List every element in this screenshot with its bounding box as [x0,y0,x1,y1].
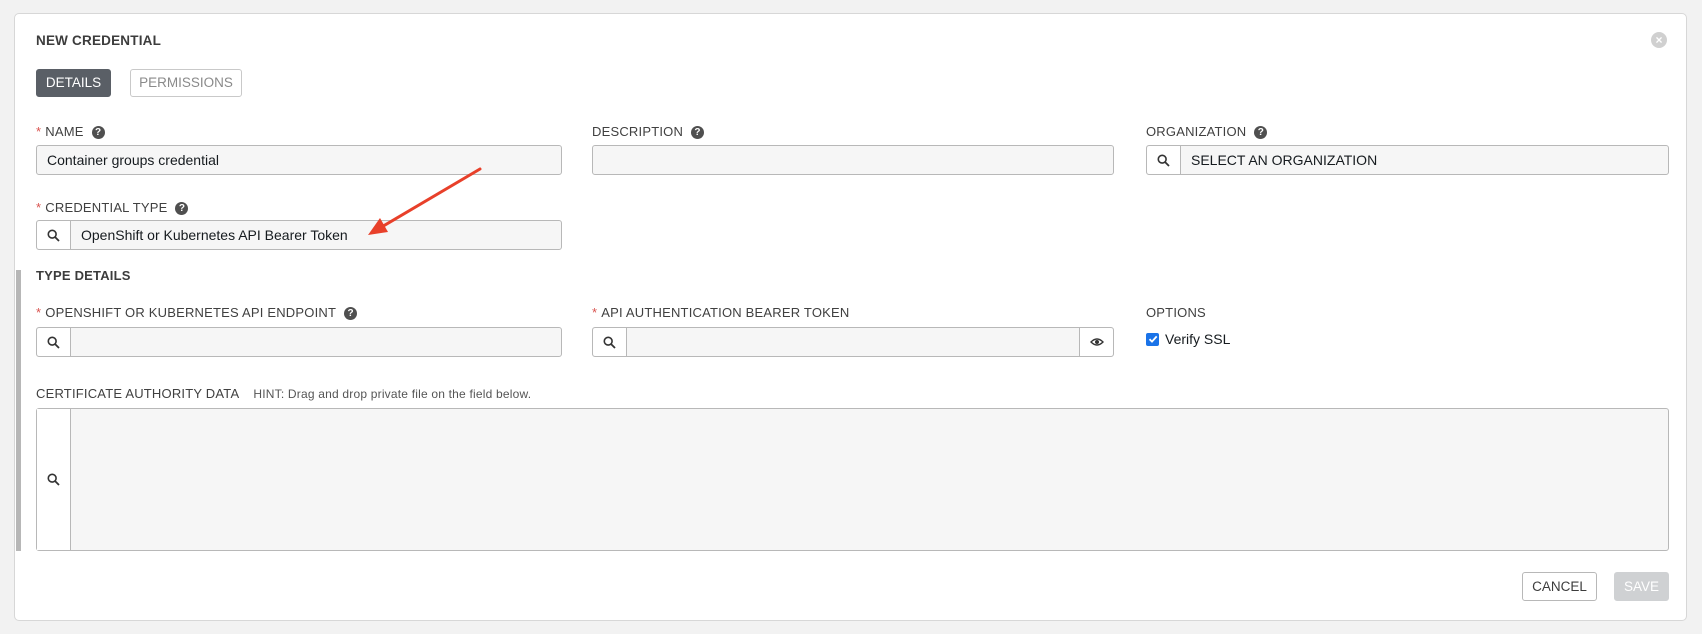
search-button[interactable] [37,409,71,550]
search-button[interactable] [37,221,71,249]
search-button[interactable] [37,328,71,356]
credential-type-lookup[interactable]: OpenShift or Kubernetes API Bearer Token [36,220,562,250]
options-label: OPTIONS [1146,305,1206,320]
search-icon [47,228,60,242]
search-button[interactable] [593,328,627,356]
search-icon [1157,153,1170,167]
save-button[interactable]: SAVE [1614,572,1669,601]
tab-permissions[interactable]: PERMISSIONS [130,69,242,97]
organization-label: ORGANIZATION? [1146,124,1268,139]
type-details-title: TYPE DETAILS [36,268,131,283]
dialog-title: NEW CREDENTIAL [36,33,162,48]
credential-type-label: * CREDENTIAL TYPE? [36,200,189,215]
help-icon[interactable]: ? [691,126,705,139]
search-icon [47,473,60,486]
ca-data-label: CERTIFICATE AUTHORITY DATA HINT: Drag and… [36,386,532,401]
name-label: * NAME? [36,124,105,139]
api-endpoint-input[interactable] [71,328,561,356]
ca-data-textarea[interactable] [71,409,1668,550]
required-star: * [592,305,598,320]
cancel-button[interactable]: CANCEL [1522,572,1597,601]
search-icon [47,335,60,349]
bearer-token-field[interactable] [592,327,1114,357]
credential-type-value[interactable]: OpenShift or Kubernetes API Bearer Token [71,221,561,249]
checkmark-icon [1148,335,1157,343]
search-button[interactable] [1147,146,1181,174]
section-indicator [16,270,21,551]
help-icon[interactable]: ? [175,202,189,215]
ca-data-field[interactable] [36,408,1669,551]
search-icon [603,335,616,349]
tab-details[interactable]: DETAILS [36,69,111,97]
bearer-token-label: * API AUTHENTICATION BEARER TOKEN [592,305,850,320]
eye-icon [1089,338,1104,346]
description-input[interactable] [592,145,1114,175]
help-icon[interactable]: ? [344,307,358,320]
name-input[interactable]: Container groups credential [36,145,562,175]
bearer-token-input[interactable] [627,328,1079,356]
required-star: * [36,200,42,215]
help-icon[interactable]: ? [1254,126,1268,139]
help-icon[interactable]: ? [91,126,105,139]
api-endpoint-field[interactable] [36,327,562,357]
verify-ssl-checkbox[interactable] [1146,332,1159,346]
description-label: DESCRIPTION? [592,124,705,139]
show-password-button[interactable] [1079,328,1113,356]
verify-ssl-option[interactable]: Verify SSL [1146,331,1230,347]
ca-data-hint: HINT: Drag and drop private file on the … [253,387,532,401]
close-icon[interactable]: × [1651,32,1667,48]
organization-value[interactable]: SELECT AN ORGANIZATION [1181,146,1668,174]
api-endpoint-label: * OPENSHIFT OR KUBERNETES API ENDPOINT? [36,305,358,320]
required-star: * [36,124,42,139]
organization-lookup[interactable]: SELECT AN ORGANIZATION [1146,145,1669,175]
required-star: * [36,305,42,320]
verify-ssl-label: Verify SSL [1165,331,1231,347]
